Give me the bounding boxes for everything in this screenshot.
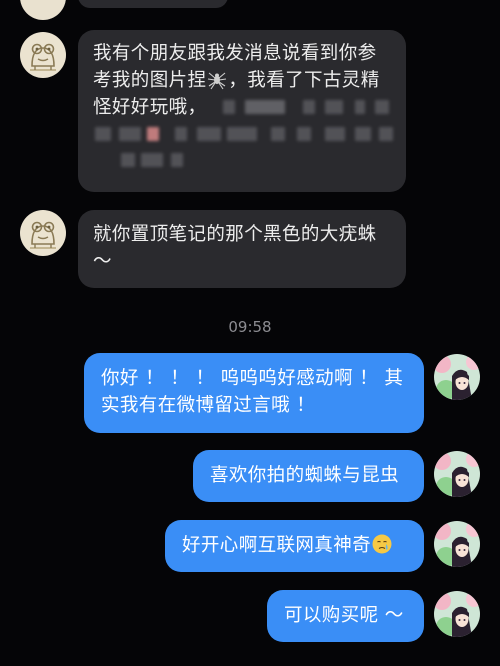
- user-avatar[interactable]: [434, 591, 480, 637]
- outgoing-message-bubble[interactable]: 好开心啊互联网真神奇: [165, 520, 424, 572]
- redacted-block: [93, 121, 393, 177]
- user-avatar[interactable]: [434, 521, 480, 567]
- message-timestamp: 09:58: [228, 318, 272, 336]
- message-text: 我有个朋友跟我发消息说看到你参: [93, 43, 377, 64]
- anime-girl-avatar-icon: [434, 451, 480, 497]
- message-text: 实我有在微博留过言哦 ！: [101, 395, 316, 416]
- frog-avatar-icon: [20, 32, 66, 78]
- anime-girl-avatar-icon: [434, 521, 480, 567]
- contact-avatar[interactable]: [20, 0, 66, 20]
- message-text: 好开心啊互联网真神奇: [182, 535, 372, 556]
- message-text-line: 怪好好玩哦，: [93, 94, 392, 121]
- user-avatar[interactable]: [434, 451, 480, 497]
- incoming-message-bubble[interactable]: 我有个朋友跟我发消息说看到你参 考我的图片捏 ，我看了下古灵精 怪好好玩哦，: [78, 30, 406, 192]
- message-text: 你好 ！ ！ ！ 呜呜呜好感动啊 ！ 其: [101, 368, 404, 389]
- contact-avatar[interactable]: [20, 210, 66, 256]
- previous-message-bubble[interactable]: [78, 0, 228, 8]
- message-text: ，我看了下古灵精: [228, 70, 380, 91]
- message-text-line: 考我的图片捏 ，我看了下古灵精: [93, 67, 392, 94]
- message-text: 怪好好玩哦，: [93, 97, 207, 118]
- user-avatar[interactable]: [434, 354, 480, 400]
- spider-icon: [208, 72, 227, 90]
- message-text: 就你置顶笔记的那个黑色的大疣蛛: [93, 224, 377, 245]
- incoming-message-bubble[interactable]: 就你置顶笔记的那个黑色的大疣蛛 ～: [78, 210, 406, 288]
- message-text: 考我的图片捏: [93, 70, 207, 91]
- message-text: 喜欢你拍的蜘蛛与昆虫: [210, 465, 400, 486]
- outgoing-message-bubble[interactable]: 喜欢你拍的蜘蛛与昆虫: [193, 450, 424, 502]
- chat-view: 我有个朋友跟我发消息说看到你参 考我的图片捏 ，我看了下古灵精 怪好好玩哦， 就…: [0, 0, 500, 666]
- frog-avatar-icon: [20, 210, 66, 256]
- outgoing-message-bubble[interactable]: 你好 ！ ！ ！ 呜呜呜好感动啊 ！ 其 实我有在微博留过言哦 ！: [84, 353, 424, 433]
- redacted-text: [223, 100, 393, 118]
- anime-girl-avatar-icon: [434, 354, 480, 400]
- outgoing-message-bubble[interactable]: 可以购买呢 ～: [267, 590, 424, 642]
- crying-face-icon: [372, 534, 392, 554]
- message-text-line: 好开心啊互联网真神奇: [182, 532, 410, 559]
- anime-girl-avatar-icon: [434, 591, 480, 637]
- message-text: 可以购买呢 ～: [284, 605, 404, 626]
- contact-avatar[interactable]: [20, 32, 66, 78]
- message-text: ～: [93, 251, 112, 272]
